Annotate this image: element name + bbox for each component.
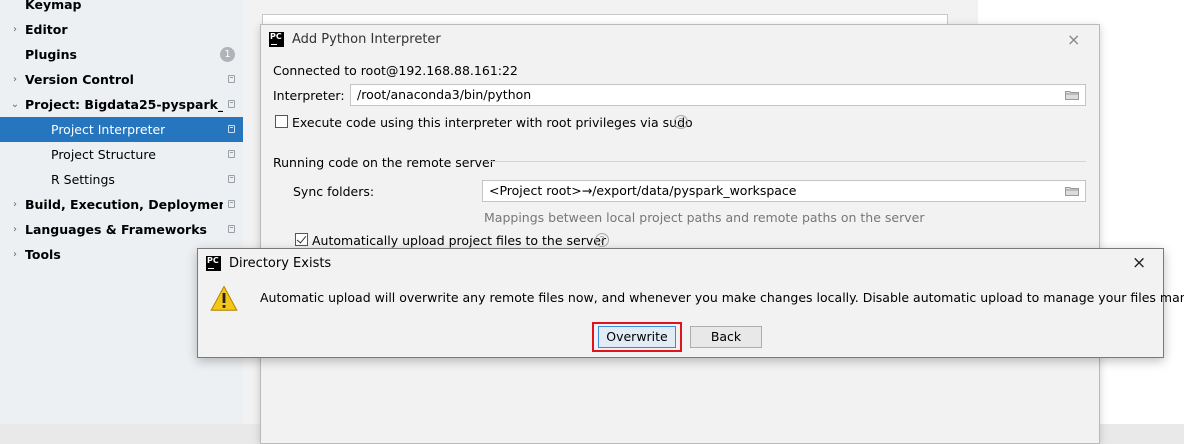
interpreter-label: Interpreter: xyxy=(273,88,345,103)
sidebar-item-build-execution-deployment[interactable]: › Build, Execution, Deployment xyxy=(0,192,243,217)
sidebar-item-project-structure[interactable]: Project Structure xyxy=(0,142,243,167)
sidebar-item-label: Project Structure xyxy=(51,147,156,162)
interpreter-path-input[interactable]: /root/anaconda3/bin/python xyxy=(350,84,1086,106)
sync-folders-input[interactable]: <Project root>→/export/data/pyspark_work… xyxy=(482,180,1086,202)
sudo-checkbox-label: Execute code using this interpreter with… xyxy=(292,115,693,130)
sidebar-item-project-interpreter[interactable]: Project Interpreter xyxy=(0,117,243,142)
sidebar-item-editor[interactable]: › Editor xyxy=(0,17,243,42)
auto-upload-label: Automatically upload project files to th… xyxy=(312,233,607,248)
sync-folders-label: Sync folders: xyxy=(293,184,375,199)
sidebar-item-label: Project: Bigdata25-pyspark_3.1. xyxy=(25,97,223,112)
directory-exists-dialog: PC Directory Exists × Automatic upload w… xyxy=(197,248,1184,358)
dialog-title: Add Python Interpreter xyxy=(292,32,441,47)
add-python-interpreter-dialog: PC Add Python Interpreter × Connected to… xyxy=(260,24,1100,444)
sidebar-item-keymap[interactable]: Keymap xyxy=(0,0,243,17)
pycharm-logo-icon: PC xyxy=(269,32,284,47)
sidebar-item-label: Build, Execution, Deployment xyxy=(25,197,223,212)
sidebar-item-label: Plugins xyxy=(25,47,77,62)
sidebar-item-label: Project Interpreter xyxy=(51,122,166,137)
sidebar-item-label: Keymap xyxy=(25,0,82,12)
close-icon[interactable]: × xyxy=(1067,30,1080,49)
project-scope-icon xyxy=(228,175,235,183)
sidebar-item-project-bigdata25-pyspark-3-1[interactable]: ⌄ Project: Bigdata25-pyspark_3.1. xyxy=(0,92,243,117)
warning-icon xyxy=(210,285,238,311)
connection-status-text: Connected to root@192.168.88.161:22 xyxy=(273,63,518,78)
back-button[interactable]: Back xyxy=(690,326,762,348)
chevron-icon[interactable]: › xyxy=(10,224,20,235)
close-icon[interactable]: × xyxy=(1132,253,1146,273)
warning-message: Automatic upload will overwrite any remo… xyxy=(260,290,1184,305)
pycharm-logo-icon: PC xyxy=(206,256,221,271)
update-count-badge: 1 xyxy=(220,47,235,62)
section-divider xyxy=(488,161,1086,162)
project-scope-icon xyxy=(228,225,235,233)
sidebar-item-plugins[interactable]: Plugins 1 xyxy=(0,42,243,67)
section-title: Running code on the remote server xyxy=(273,155,495,170)
sidebar-item-label: Languages & Frameworks xyxy=(25,222,207,237)
interpreter-path-value: /root/anaconda3/bin/python xyxy=(357,87,532,102)
overwrite-button[interactable]: Overwrite xyxy=(598,326,676,348)
sidebar-item-r-settings[interactable]: R Settings xyxy=(0,167,243,192)
sidebar-item-label: Editor xyxy=(25,22,68,37)
project-scope-icon xyxy=(228,200,235,208)
help-icon[interactable]: ? xyxy=(674,115,688,129)
sync-folders-value: <Project root>→/export/data/pyspark_work… xyxy=(489,183,797,198)
mappings-hint-text: Mappings between local project paths and… xyxy=(484,210,925,225)
project-scope-icon xyxy=(228,100,235,108)
dialog-title: Directory Exists xyxy=(229,256,332,271)
chevron-icon[interactable]: › xyxy=(10,74,20,85)
chevron-icon[interactable]: ⌄ xyxy=(10,99,20,110)
chevron-icon[interactable]: › xyxy=(10,24,20,35)
sidebar-item-version-control[interactable]: › Version Control xyxy=(0,67,243,92)
auto-upload-checkbox[interactable] xyxy=(295,233,308,246)
help-icon[interactable]: ? xyxy=(595,233,609,247)
folder-browse-icon[interactable] xyxy=(1065,90,1079,100)
sidebar-item-label: Version Control xyxy=(25,72,134,87)
settings-sidebar: Keymap › Editor Plugins 1 › Version Control ⌄ Pr… xyxy=(0,0,243,424)
project-scope-icon xyxy=(228,150,235,158)
project-scope-icon xyxy=(228,75,235,83)
project-scope-icon xyxy=(228,125,235,133)
chevron-icon[interactable]: › xyxy=(10,249,20,260)
sidebar-item-label: R Settings xyxy=(51,172,115,187)
sidebar-item-languages-frameworks[interactable]: › Languages & Frameworks xyxy=(0,217,243,242)
folder-browse-icon[interactable] xyxy=(1065,186,1079,196)
chevron-icon[interactable]: › xyxy=(10,199,20,210)
sidebar-item-label: Tools xyxy=(25,247,61,262)
sudo-checkbox[interactable] xyxy=(275,115,288,128)
